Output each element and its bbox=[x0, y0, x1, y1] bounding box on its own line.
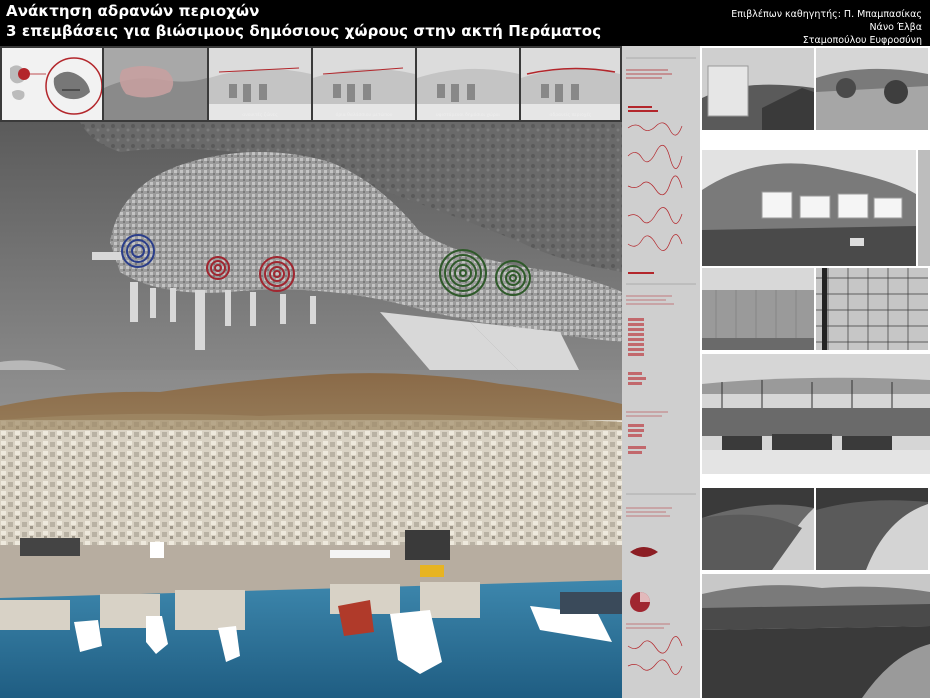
photo-oil-tanks bbox=[702, 150, 916, 266]
analysis-thumbnail-strip: ανοικτές ζώνες όρια θαλάσσιου μετώπου υφ… bbox=[0, 46, 622, 122]
marker-blue[interactable] bbox=[121, 234, 155, 268]
thumb-location-map bbox=[2, 48, 102, 120]
thumb-caption-1: ανοικτές ζώνες bbox=[242, 113, 278, 118]
thumb-open-spaces: ανοικτές ζώνες bbox=[209, 48, 311, 120]
container-port-photo-graphic bbox=[702, 354, 930, 474]
photo-warehouses bbox=[702, 268, 814, 350]
photo-street-trees bbox=[816, 48, 928, 130]
beach-left-photo-graphic bbox=[702, 488, 814, 570]
marker-red-small[interactable] bbox=[206, 256, 230, 280]
credits: Επιβλέπων καθηγητής: Π. Μπαμπασίκας Νάνο… bbox=[731, 8, 922, 47]
perama-harbor-photo bbox=[0, 370, 622, 698]
photo-fence bbox=[816, 268, 928, 350]
header: Ανάκτηση αδρανών περιοχών 3 επεμβάσεις γ… bbox=[0, 0, 930, 46]
district-graphic bbox=[104, 48, 207, 120]
photo-coastline bbox=[702, 574, 930, 698]
photo-pole bbox=[918, 150, 930, 266]
thumb-public-space: υφιστάμενοι δημόσιοι χώροι bbox=[417, 48, 519, 120]
site-photo-column bbox=[700, 46, 930, 698]
credit-supervisor: Επιβλέπων καθηγητής: Π. Μπαμπασίκας bbox=[731, 9, 922, 20]
aerial-map bbox=[0, 122, 622, 398]
page-title: Ανάκτηση αδρανών περιοχών bbox=[6, 2, 260, 20]
intervention-area-graphic bbox=[521, 48, 620, 120]
silos-photo-graphic bbox=[702, 48, 814, 130]
credit-author-1: Νάνο Έλβα bbox=[869, 22, 922, 33]
coastline-photo-graphic bbox=[702, 574, 930, 698]
fence-photo-graphic bbox=[816, 268, 928, 350]
intervention-markers bbox=[121, 234, 531, 297]
page-subtitle: 3 επεμβάσεις για βιώσιμους δημόσιους χώρ… bbox=[6, 22, 602, 40]
analysis-info-column bbox=[622, 46, 700, 698]
thumb-caption-3: υφιστάμενοι δημόσιοι χώροι bbox=[436, 113, 500, 118]
photo-silos bbox=[702, 48, 814, 130]
open-spaces-graphic bbox=[209, 48, 311, 120]
harbor-photo-graphic bbox=[0, 370, 622, 698]
beach-right-photo-graphic bbox=[816, 488, 928, 570]
location-map-graphic bbox=[2, 48, 102, 120]
sea-access-graphic bbox=[313, 48, 415, 120]
marker-green-large[interactable] bbox=[439, 249, 487, 297]
marker-red-large[interactable] bbox=[259, 256, 295, 292]
photo-container-port bbox=[702, 354, 930, 474]
thumb-caption-4: αδρανείς περιοχές bbox=[549, 113, 592, 118]
thumb-intervention-area: αδρανείς περιοχές bbox=[521, 48, 620, 120]
photo-beach-left bbox=[702, 488, 814, 570]
thumb-caption-2: όρια θαλάσσιου μετώπου bbox=[335, 113, 393, 118]
street-trees-photo-graphic bbox=[816, 48, 928, 130]
oil-tanks-photo-graphic bbox=[702, 150, 916, 266]
thumb-district bbox=[104, 48, 207, 120]
public-space-graphic bbox=[417, 48, 519, 120]
photo-beach-right bbox=[816, 488, 928, 570]
analysis-charts-graphic bbox=[622, 46, 700, 698]
warehouses-photo-graphic bbox=[702, 268, 814, 350]
thumb-sea-access: όρια θαλάσσιου μετώπου bbox=[313, 48, 415, 120]
marker-green-small[interactable] bbox=[495, 260, 531, 296]
